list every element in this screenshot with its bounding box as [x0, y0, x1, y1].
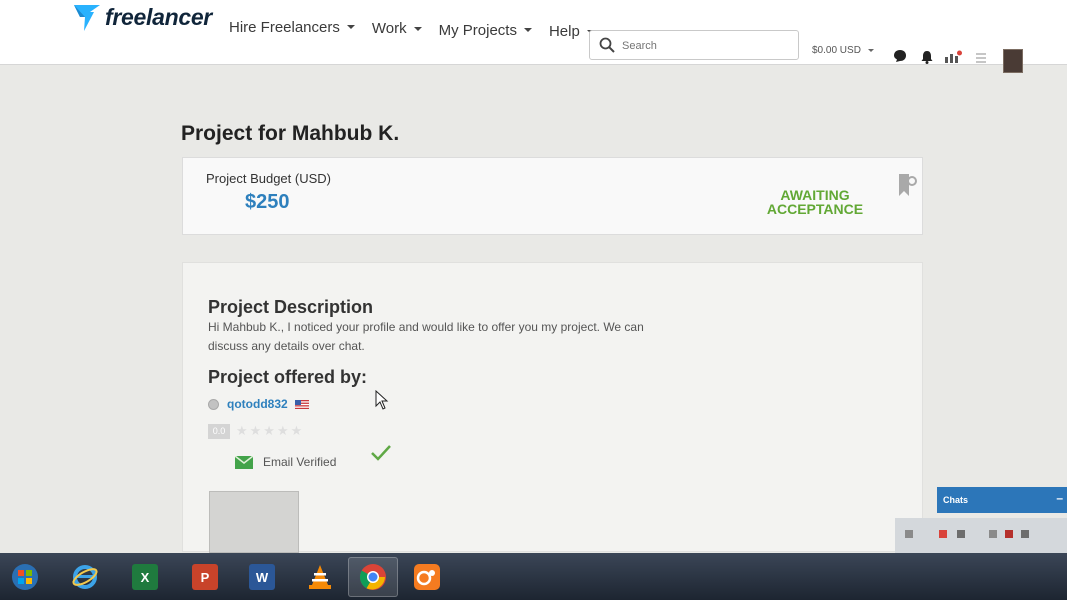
nav-label: Hire Freelancers	[229, 18, 340, 36]
tray-battery-icon[interactable]	[1021, 530, 1029, 538]
start-button[interactable]	[0, 557, 50, 597]
taskbar-uc-browser[interactable]	[402, 557, 452, 597]
rating-row: 0.0 ★★★★★	[208, 423, 304, 439]
tray-speaker-icon[interactable]	[989, 530, 997, 538]
email-verified-label: Email Verified	[263, 455, 337, 469]
activity-icon[interactable]	[944, 50, 962, 64]
taskbar-word[interactable]: W	[237, 557, 287, 597]
nav-work[interactable]: Work	[372, 20, 422, 37]
balance-value: $0.00 USD	[812, 45, 861, 56]
envelope-icon	[235, 455, 253, 469]
rating-badge: 0.0	[208, 423, 230, 439]
budget-label: Project Budget (USD)	[206, 171, 331, 186]
budget-card: Project Budget (USD) $250 AWAITING ACCEP…	[182, 157, 923, 235]
email-verified-row: Email Verified	[235, 455, 336, 469]
chat-bubble-icon[interactable]	[893, 49, 907, 63]
word-icon: W	[249, 564, 275, 590]
tray-antivirus-icon[interactable]	[1005, 530, 1013, 538]
logo-text: freelancer	[105, 3, 212, 30]
budget-value: $250	[245, 191, 290, 213]
windows-taskbar: X P W	[0, 553, 1067, 600]
taskbar-chrome[interactable]	[348, 557, 398, 597]
employer-username-link[interactable]: qotodd832	[227, 397, 288, 411]
site-header: freelancer Hire Freelancers Work My Proj…	[0, 0, 1067, 73]
taskbar-powerpoint[interactable]: P	[180, 557, 230, 597]
chats-label: Chats	[943, 495, 969, 505]
tray-flag-icon[interactable]	[905, 530, 913, 538]
user-avatar[interactable]	[1003, 49, 1023, 73]
chevron-down-icon	[523, 28, 532, 32]
freelancer-bird-icon	[74, 5, 100, 31]
bell-icon[interactable]	[921, 50, 933, 64]
tray-network-icon[interactable]	[957, 530, 965, 538]
minimize-icon[interactable]: –	[1056, 491, 1063, 505]
search-input[interactable]	[620, 35, 794, 57]
description-title: Project Description	[208, 297, 374, 317]
online-status-icon	[208, 398, 219, 410]
tray-app-icon[interactable]	[939, 530, 947, 538]
taskbar-vlc[interactable]	[295, 557, 345, 597]
chevron-down-icon	[867, 49, 874, 52]
description-text: Hi Mahbub K., I noticed your profile and…	[208, 320, 644, 353]
account-balance[interactable]: $0.00 USD	[812, 45, 874, 56]
uc-browser-icon	[414, 564, 440, 590]
bookmark-icon[interactable]	[896, 172, 918, 198]
checkmark-icon	[371, 445, 391, 461]
employer-row: qotodd832	[208, 397, 309, 411]
status-line-2: ACCEPTANCE	[766, 201, 864, 217]
offered-by-title: Project offered by:	[208, 367, 368, 387]
nav-help[interactable]: Help	[549, 23, 595, 40]
windows-start-icon	[12, 564, 38, 590]
us-flag-icon	[294, 399, 309, 409]
nav-label: Help	[548, 23, 580, 40]
taskbar-excel[interactable]: X	[120, 557, 170, 597]
internet-explorer-icon	[72, 565, 98, 589]
chevron-down-icon	[346, 25, 355, 29]
powerpoint-icon: P	[192, 564, 218, 590]
taskbar-internet-explorer[interactable]	[60, 557, 110, 597]
search-box[interactable]	[589, 30, 799, 60]
vlc-icon	[309, 565, 331, 589]
search-icon	[599, 37, 615, 53]
chats-bar[interactable]: Chats –	[937, 487, 1067, 513]
freelancer-logo[interactable]: freelancer	[72, 2, 212, 32]
nav-label: My Projects	[438, 21, 517, 39]
chevron-down-icon	[413, 26, 422, 31]
status-line-1: AWAITING	[780, 187, 850, 203]
status-badge: AWAITING ACCEPTANCE	[747, 188, 883, 216]
star-rating: ★★★★★	[236, 423, 305, 438]
employer-image-thumbnail[interactable]	[209, 491, 299, 553]
mouse-cursor-icon	[375, 390, 389, 410]
excel-icon: X	[132, 564, 158, 590]
system-tray	[895, 518, 1067, 553]
page-title: Project for Mahbub K.	[181, 122, 400, 145]
grid-menu-icon[interactable]	[975, 52, 987, 64]
project-description-card: Project Description Hi Mahbub K., I noti…	[182, 262, 923, 553]
nav-hire-freelancers[interactable]: Hire Freelancers	[229, 19, 355, 36]
main-nav: Hire Freelancers Work My Projects Help	[229, 14, 612, 40]
nav-label: Work	[371, 20, 407, 37]
nav-my-projects[interactable]: My Projects	[439, 22, 532, 39]
chrome-icon	[359, 564, 386, 590]
